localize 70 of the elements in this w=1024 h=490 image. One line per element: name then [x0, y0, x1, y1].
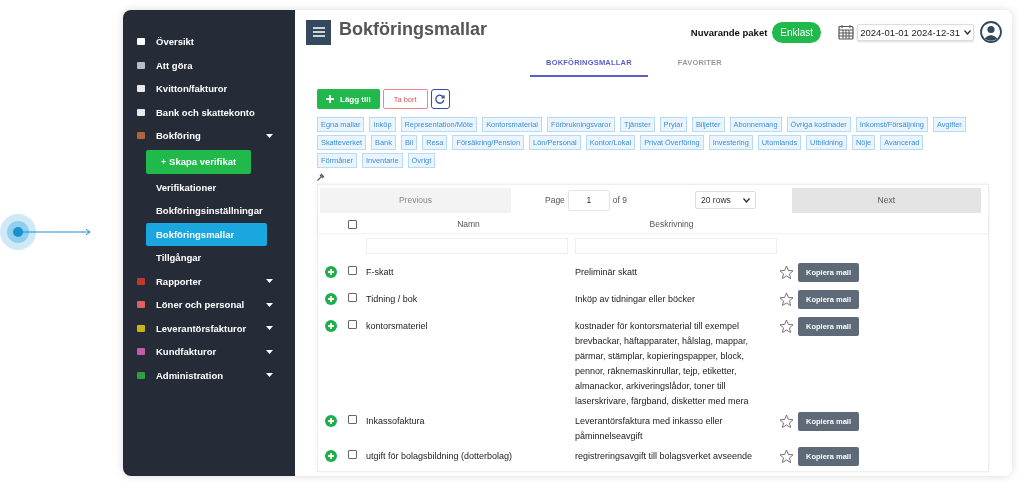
sidebar-item[interactable]: Kundfakturor [137, 340, 295, 364]
sidebar-item[interactable]: Bank och skattekonto [137, 100, 295, 124]
plus-icon [326, 95, 334, 103]
add-icon[interactable] [325, 293, 337, 305]
caret-icon [266, 349, 273, 354]
sidebar-subitem[interactable]: Bokföringsmallar [146, 222, 267, 246]
calendar-icon [838, 24, 855, 40]
caret-icon [266, 326, 273, 331]
caret-icon [266, 133, 273, 138]
page-label: Page [545, 195, 565, 205]
refresh-icon [435, 94, 446, 104]
chevron-down-icon [742, 197, 750, 203]
row-checkbox[interactable] [348, 415, 357, 424]
chevron-down-icon [964, 29, 971, 35]
date-range-select[interactable]: 2024-01-01 2024-12-31 [857, 23, 974, 41]
next-button[interactable]: Next [791, 187, 981, 213]
star-icon[interactable] [779, 265, 794, 280]
sidebar-item[interactable]: Rapporter [137, 269, 295, 293]
description-cell-text: Inköp av tidningar eller böcker [574, 293, 697, 306]
avatar-icon[interactable] [980, 21, 1002, 43]
name-cell-text: Inkassofaktura [365, 415, 426, 428]
sidebar-item[interactable]: Att göra [137, 53, 295, 77]
sidebar-item[interactable]: Översikt [137, 30, 295, 54]
name-cell-text: F-skatt [365, 266, 395, 279]
row-checkbox[interactable] [348, 293, 357, 302]
create-voucher-button[interactable]: + Skapa verifikat [146, 149, 251, 174]
package-button[interactable]: Enklast [772, 21, 822, 43]
sidebar-subitem[interactable]: Verifikationer [146, 175, 267, 199]
page-count: of 9 [612, 195, 628, 205]
description-cell-text: Leverantörsfaktura med inkasso eller påminnelseavgift [574, 415, 724, 443]
sidebar-subitem[interactable]: Tillgångar [146, 246, 267, 270]
add-icon[interactable] [325, 320, 337, 332]
column-header[interactable]: Namn [361, 219, 571, 229]
caret-icon [266, 279, 273, 284]
name-cell-text: kontorsmateriel [365, 320, 429, 333]
refresh-button[interactable] [430, 89, 450, 109]
row-checkbox[interactable] [348, 320, 357, 329]
row-checkbox[interactable] [348, 450, 357, 459]
caret-icon [266, 373, 273, 378]
description-cell-text: Preliminär skatt [574, 266, 638, 279]
package-label: Nuvarande paket [690, 26, 768, 38]
sidebar-item[interactable]: Kvitton/fakturor [137, 77, 295, 101]
rows-select[interactable]: 20 rows [695, 191, 756, 209]
column-header[interactable]: Beskrivning [571, 219, 776, 229]
pin-icon[interactable] [317, 173, 325, 181]
sidebar-item[interactable]: Administration [137, 363, 295, 387]
star-icon[interactable] [779, 414, 794, 429]
name-cell-text: utgift för bolagsbildning (dotterbolag) [365, 450, 514, 463]
page-input[interactable]: 1 [567, 189, 610, 211]
add-icon[interactable] [325, 450, 337, 462]
add-icon[interactable] [325, 415, 337, 427]
previous-button[interactable]: Previous [320, 187, 511, 213]
menu-icon [312, 27, 325, 37]
row-checkbox[interactable] [348, 266, 357, 275]
select-all-checkbox[interactable] [348, 219, 357, 229]
name-cell-text: Tidning / bok [365, 293, 419, 306]
star-icon[interactable] [779, 449, 794, 464]
star-icon[interactable] [779, 319, 794, 334]
add-button[interactable]: Lägg till [317, 89, 380, 109]
caret-icon [266, 302, 273, 307]
star-icon[interactable] [779, 292, 794, 307]
sidebar-subitem[interactable]: Bokföringsinställningar [146, 199, 267, 223]
add-icon[interactable] [325, 266, 337, 278]
sidebar-item[interactable]: Bokföring [137, 124, 295, 148]
sidebar-item[interactable]: Leverantörsfakturor [137, 316, 295, 340]
sidebar-item[interactable]: Löner och personal [137, 293, 295, 317]
description-cell-text: kostnader för kontorsmaterial till exempel brevbackar, häftapparater, hålslag, mappar, pärmar, stämplar, kopieringspapper, block, pennor, räknemaskinrullar, tejp, etiketter, almanackor, arkiveringslådor, toner till laserskrivare, färgband, disketter med mera [574, 320, 750, 408]
menu-button[interactable] [306, 19, 331, 45]
description-cell-text: registreringsavgift till bolagsverket avseende [574, 450, 754, 463]
page-title: Bokföringsmallar [339, 18, 488, 40]
